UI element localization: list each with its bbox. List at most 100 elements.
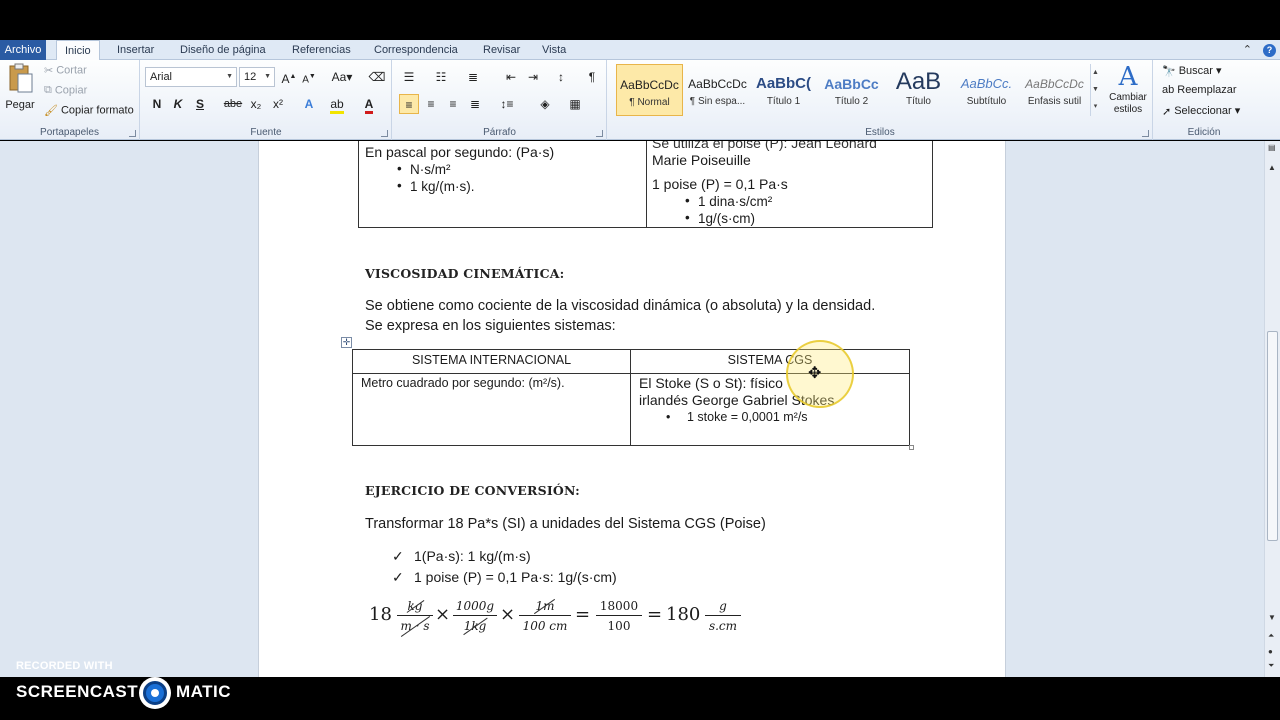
scroll-up-icon[interactable]: ▲: [1268, 163, 1276, 172]
font-color-icon[interactable]: A: [359, 94, 379, 114]
show-marks-icon[interactable]: ¶: [582, 67, 602, 87]
style-normal[interactable]: AaBbCcDc ¶ Normal: [616, 64, 683, 116]
change-case-icon[interactable]: Aa▾: [329, 67, 355, 87]
previous-page-icon[interactable]: ⏶: [1268, 631, 1274, 641]
style-preview: AaB: [895, 68, 942, 95]
grow-font-icon[interactable]: A▲: [279, 67, 299, 87]
table-resize-handle[interactable]: [909, 445, 914, 450]
align-left-icon[interactable]: ≡: [399, 94, 419, 114]
style-titulo[interactable]: AaB Título: [885, 64, 952, 116]
style-name: Subtítulo: [966, 96, 1007, 107]
style-enfasis-sutil[interactable]: AaBbCcDc Énfasis sutil: [1021, 64, 1088, 116]
select-button[interactable]: ➚ Seleccionar ▾: [1162, 104, 1240, 118]
style-name: ¶ Sin espa...: [689, 96, 746, 107]
paragraph-launcher-icon[interactable]: [596, 130, 603, 137]
underline-button[interactable]: S: [190, 94, 210, 114]
find-button[interactable]: 🔭 Buscar ▾: [1162, 64, 1222, 78]
sort-icon[interactable]: ↕: [551, 67, 571, 87]
scissors-icon: ✂: [44, 65, 54, 77]
table-header: SISTEMA INTERNACIONAL: [352, 349, 631, 374]
brush-icon: 🖌: [44, 105, 58, 117]
change-styles-button[interactable]: A Cambiar estilos: [1104, 62, 1152, 116]
strikethrough-button[interactable]: abe: [223, 94, 243, 114]
fraction-denominator: s.cm: [708, 619, 738, 633]
group-label-font: Fuente: [250, 127, 282, 138]
list-item: 1 kg/(m·s).: [397, 178, 474, 194]
table-move-handle-icon[interactable]: ✛: [341, 337, 352, 348]
clipboard-launcher-icon[interactable]: [129, 130, 136, 137]
increase-indent-icon[interactable]: ⇥: [523, 67, 543, 87]
style-subtitulo[interactable]: AaBbCc. Subtítulo: [953, 64, 1020, 116]
paragraph: Transformar 18 Pa*s (SI) a unidades del …: [365, 516, 766, 532]
bullets-icon[interactable]: ☰: [399, 67, 419, 87]
document-page[interactable]: En pascal por segundo: (Pa·s) N·s/m² 1 k…: [258, 141, 1006, 677]
checklist-item: ✓ 1 poise (P) = 0,1 Pa·s: 1g/(s·cm): [392, 569, 617, 585]
tab-revisar[interactable]: Revisar: [475, 40, 528, 60]
select-label: Seleccionar: [1174, 105, 1232, 117]
ribbon: Pegar ✂ Cortar ⧉ Copiar 🖌 Copiar formato Po…: [0, 60, 1280, 140]
style-titulo-1[interactable]: AaBbC(Título 1: [750, 64, 817, 116]
cut-button[interactable]: ✂ Cortar: [44, 64, 87, 77]
paste-button[interactable]: Pegar: [4, 62, 36, 114]
list-item: N·s/m²: [397, 161, 450, 177]
style-name: Título 1: [766, 96, 801, 107]
tab-vista[interactable]: Vista: [534, 40, 574, 60]
tab-correspondencia[interactable]: Correspondencia: [366, 40, 466, 60]
ruler-toggle-icon[interactable]: ▤: [1268, 143, 1276, 152]
line-spacing-icon[interactable]: ↕≡: [497, 94, 517, 114]
move-cursor-icon: ✥: [808, 365, 822, 382]
clear-format-icon[interactable]: ⌫: [367, 67, 387, 87]
tab-insertar[interactable]: Insertar: [109, 40, 162, 60]
table-cell-text: Marie Poiseuille: [652, 152, 751, 168]
fraction-denominator: 100 cm: [522, 619, 568, 633]
highlight-icon[interactable]: ab: [327, 94, 347, 114]
watermark-logo-text: MATIC: [176, 682, 232, 701]
tab-archivo[interactable]: Archivo: [0, 40, 46, 60]
align-right-icon[interactable]: ≡: [443, 94, 463, 114]
italic-button[interactable]: K: [168, 94, 188, 114]
shrink-font-icon[interactable]: A▼: [299, 67, 319, 87]
tab-diseno-de-pagina[interactable]: Diseño de página: [172, 40, 274, 60]
checklist-text: 1 poise (P) = 0,1 Pa·s: 1g/(s·cm): [414, 569, 617, 585]
document-area: En pascal por segundo: (Pa·s) N·s/m² 1 k…: [0, 141, 1264, 677]
justify-icon[interactable]: ≣: [465, 94, 485, 114]
group-font: Arial ▼ 12 ▼ A▲ A▼ Aa▾ ⌫ N K S abe x₂ x² A…: [141, 60, 392, 140]
chevron-down-icon: ▼: [226, 73, 233, 80]
borders-icon[interactable]: ▦: [565, 94, 585, 114]
table-cell-text: Se utiliza el poise (P): Jean Leonard: [652, 141, 877, 151]
decrease-indent-icon[interactable]: ⇤: [501, 67, 521, 87]
style-sin-espaciado[interactable]: AaBbCcDc ¶ Sin espa...: [684, 64, 751, 116]
font-size-combo[interactable]: 12 ▼: [239, 67, 275, 87]
tab-inicio[interactable]: Inicio: [56, 40, 100, 61]
replace-button[interactable]: ab Reemplazar: [1162, 84, 1237, 96]
scroll-down-icon[interactable]: ▼: [1268, 613, 1276, 622]
font-name-combo[interactable]: Arial ▼: [145, 67, 237, 87]
text-effects-icon[interactable]: A: [299, 94, 319, 114]
numbering-icon[interactable]: ☷: [431, 67, 451, 87]
superscript-button[interactable]: x²: [268, 94, 288, 114]
shading-icon[interactable]: ◈: [535, 94, 555, 114]
styles-scroll[interactable]: ▲ ▼ ▾: [1090, 64, 1100, 116]
browse-object-icon[interactable]: ●: [1268, 647, 1273, 656]
list-item: 1 dina·s/cm²: [685, 193, 772, 209]
copy-button[interactable]: ⧉ Copiar: [44, 84, 87, 97]
style-name: ¶ Normal: [629, 97, 670, 108]
equation-number: 18: [369, 604, 392, 625]
format-painter-button[interactable]: 🖌 Copiar formato: [44, 104, 134, 117]
tab-referencias[interactable]: Referencias: [284, 40, 359, 60]
font-launcher-icon[interactable]: [381, 130, 388, 137]
scrollbar-thumb[interactable]: [1267, 331, 1278, 541]
help-icon[interactable]: ?: [1263, 43, 1276, 57]
multilevel-list-icon[interactable]: ≣: [463, 67, 483, 87]
styles-launcher-icon[interactable]: [1142, 130, 1149, 137]
style-titulo-2[interactable]: AaBbCc Título 2: [818, 64, 885, 116]
times-operator: ×: [500, 604, 516, 625]
times-operator: ×: [435, 604, 451, 625]
subscript-button[interactable]: x₂: [246, 94, 266, 114]
bold-button[interactable]: N: [147, 94, 167, 114]
minimize-ribbon-icon[interactable]: ⌃: [1243, 40, 1252, 60]
next-page-icon[interactable]: ⏷: [1268, 661, 1274, 671]
vertical-scrollbar[interactable]: ▤ ▲ ▼ ⏶ ● ⏷: [1264, 141, 1280, 677]
align-center-icon[interactable]: ≡: [421, 94, 441, 114]
style-preview: AaBbCc: [824, 76, 879, 92]
